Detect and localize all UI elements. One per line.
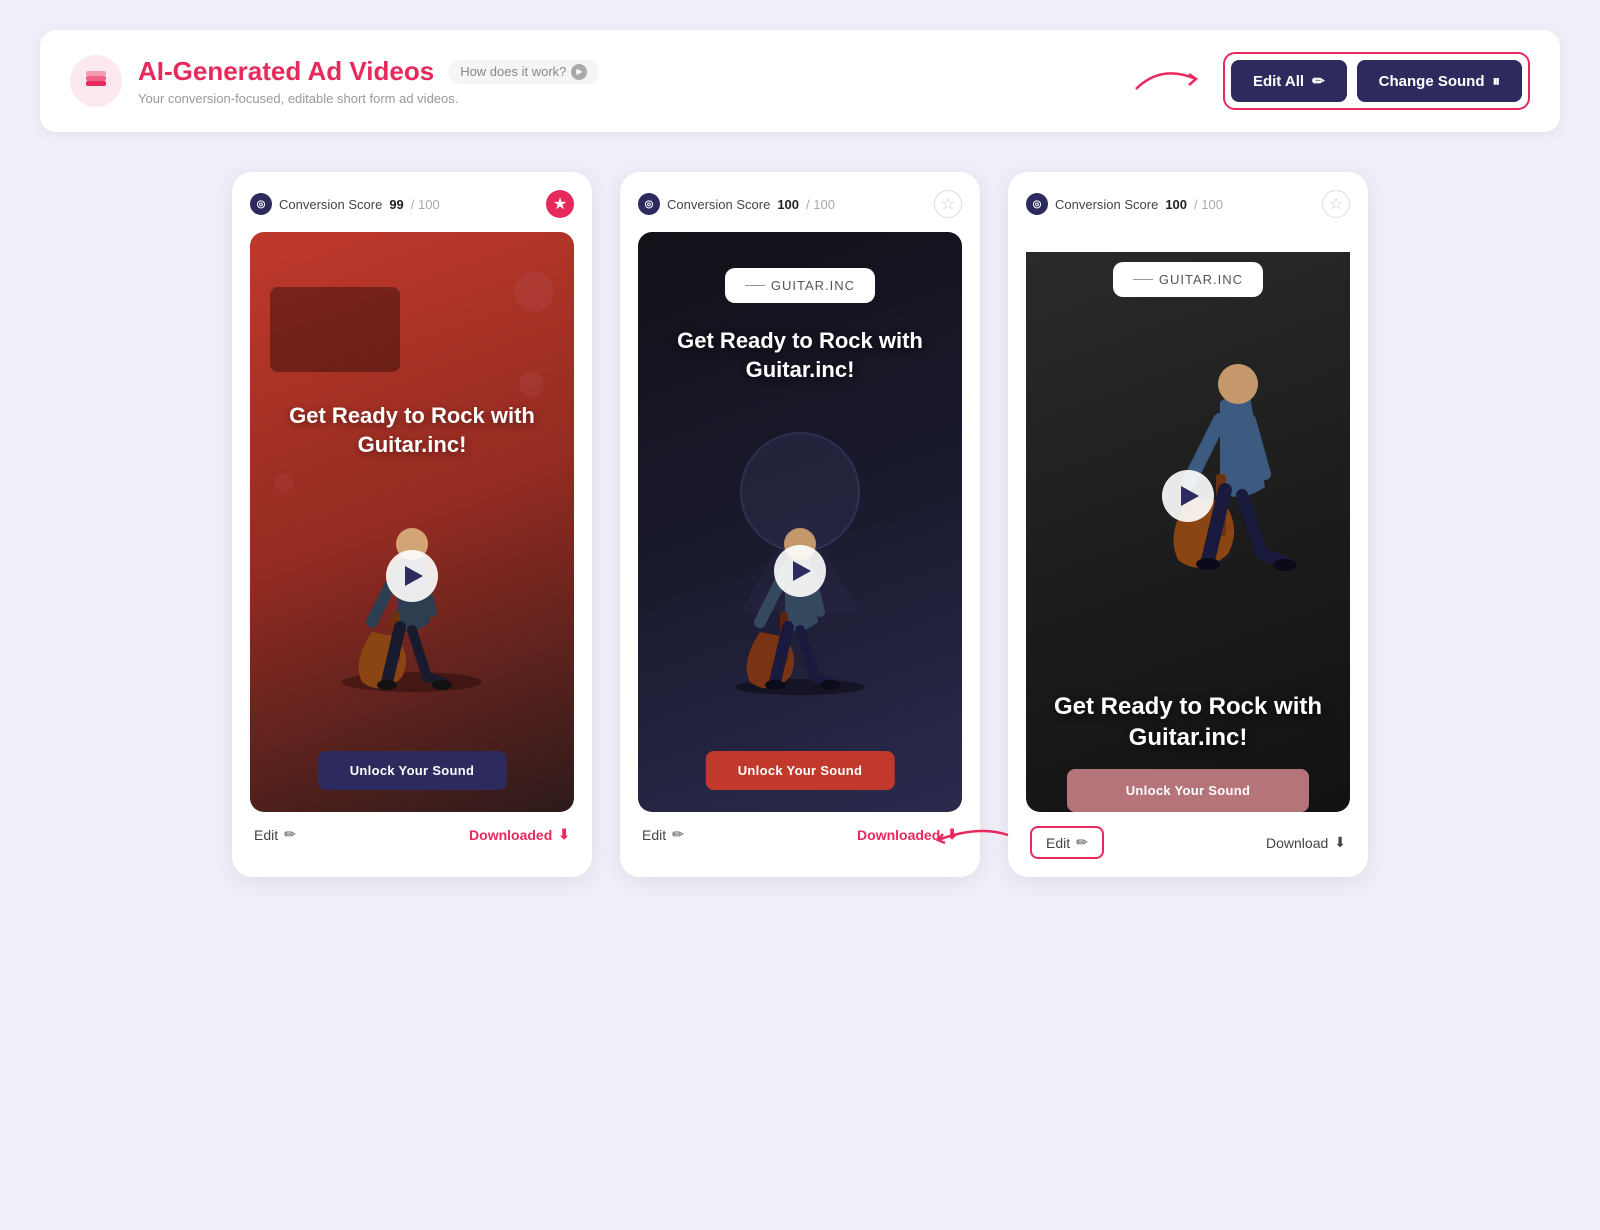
score-value-3: 100	[1165, 197, 1187, 212]
download-button-3[interactable]: Download ⬇	[1266, 834, 1346, 851]
download-icon-3: ⬇	[1334, 834, 1346, 851]
card-1-header: ◎ Conversion Score 99 / 100 ★	[250, 190, 574, 218]
score-total-2: / 100	[806, 197, 835, 212]
card-3-footer: Edit ✏ Download ⬇	[1026, 826, 1350, 859]
how-it-works-link[interactable]: How does it work? ▶	[448, 60, 599, 84]
play-button-2[interactable]	[774, 545, 826, 597]
change-sound-label: Change Sound	[1379, 73, 1485, 90]
score-icon-2: ◎	[638, 193, 660, 215]
video-preview-1[interactable]: Get Ready to Rock with Guitar.inc!	[250, 232, 574, 812]
edit-label-2: Edit	[642, 827, 666, 843]
brand-logo-3-wrapper: GUITAR.INC	[1026, 252, 1350, 313]
guitarist-figure-2	[700, 482, 900, 722]
score-value-2: 100	[777, 197, 799, 212]
brand-logo-3: GUITAR.INC	[1113, 262, 1263, 297]
score-icon-3: ◎	[1026, 193, 1048, 215]
conversion-score-1: ◎ Conversion Score 99 / 100	[250, 193, 440, 215]
video-card-3: ◎ Conversion Score 100 / 100 ☆ GUITAR.IN…	[1008, 172, 1368, 877]
card-2-header: ◎ Conversion Score 100 / 100 ☆	[638, 190, 962, 218]
video-card-1: ◎ Conversion Score 99 / 100 ★ Get Ready …	[232, 172, 592, 877]
brand-name-3: GUITAR.INC	[1159, 272, 1243, 287]
star-button-2[interactable]: ☆	[934, 190, 962, 218]
score-label-2: Conversion Score	[667, 197, 770, 212]
edit-button-2[interactable]: Edit ✏	[642, 826, 684, 843]
guitarist-figure-1	[312, 482, 512, 722]
cta-button-1[interactable]: Unlock Your Sound	[318, 751, 507, 790]
brand-logo-2: GUITAR.INC	[725, 268, 875, 303]
play-button-1[interactable]	[386, 550, 438, 602]
header-right: Edit All ✏ Change Sound ⏸	[1131, 52, 1530, 110]
logo-icon	[70, 55, 122, 107]
page-subtitle: Your conversion-focused, editable short …	[138, 91, 599, 106]
edit-all-icon: ✏	[1312, 72, 1325, 90]
download-icon-2: ⬇	[946, 826, 958, 843]
card-3-header: ◎ Conversion Score 100 / 100 ☆	[1026, 190, 1350, 218]
guitarist-figure-3	[1120, 312, 1350, 612]
cta-button-3[interactable]: Unlock Your Sound	[1067, 769, 1308, 812]
play-circle-icon: ▶	[571, 64, 587, 80]
edit-label-3: Edit	[1046, 835, 1070, 851]
edit-button-1[interactable]: Edit ✏	[254, 826, 296, 843]
score-value-1: 99	[389, 197, 403, 212]
edit-icon-1: ✏	[284, 826, 296, 843]
arrow-annotation	[1131, 59, 1211, 104]
edit-icon-2: ✏	[672, 826, 684, 843]
deco-circle-3	[275, 474, 293, 492]
edit-all-button[interactable]: Edit All ✏	[1231, 60, 1347, 102]
score-label-1: Conversion Score	[279, 197, 382, 212]
downloaded-button-2[interactable]: Downloaded ⬇	[857, 826, 958, 843]
header-text: AI-Generated Ad Videos How does it work?…	[138, 56, 599, 106]
cards-container: ◎ Conversion Score 99 / 100 ★ Get Ready …	[40, 172, 1560, 877]
card-3-video-title: Get Ready to Rock with Guitar.inc!	[1046, 691, 1330, 753]
card-2-video-title: Get Ready to Rock with Guitar.inc!	[658, 327, 942, 384]
deco-box-1	[270, 287, 400, 372]
score-total-1: / 100	[411, 197, 440, 212]
card-1-footer: Edit ✏ Downloaded ⬇	[250, 826, 574, 843]
card-3-bottom: Get Ready to Rock with Guitar.inc! Unloc…	[1026, 691, 1350, 812]
header-action-buttons: Edit All ✏ Change Sound ⏸	[1223, 52, 1530, 110]
score-label-3: Conversion Score	[1055, 197, 1158, 212]
card-3-wrapper: ◎ Conversion Score 100 / 100 ☆ GUITAR.IN…	[1008, 172, 1368, 877]
page-title: AI-Generated Ad Videos How does it work?…	[138, 56, 599, 87]
cta-button-2[interactable]: Unlock Your Sound	[706, 751, 895, 790]
edit-button-3[interactable]: Edit ✏	[1030, 826, 1104, 859]
deco-circle-1	[514, 272, 554, 312]
star-button-3[interactable]: ☆	[1322, 190, 1350, 218]
deco-circle-2	[519, 372, 544, 397]
star-button-1[interactable]: ★	[546, 190, 574, 218]
conversion-score-3: ◎ Conversion Score 100 / 100	[1026, 193, 1223, 215]
download-icon-1: ⬇	[558, 826, 570, 843]
video-card-2: ◎ Conversion Score 100 / 100 ☆ GUITAR.IN…	[620, 172, 980, 877]
downloaded-button-1[interactable]: Downloaded ⬇	[469, 826, 570, 843]
play-button-3[interactable]	[1162, 470, 1214, 522]
card-2-footer: Edit ✏ Downloaded ⬇	[638, 826, 962, 843]
edit-icon-3: ✏	[1076, 834, 1088, 851]
edit-label-1: Edit	[254, 827, 278, 843]
download-label-3: Download	[1266, 835, 1328, 851]
card-1-video-title: Get Ready to Rock with Guitar.inc!	[270, 402, 554, 459]
page-header: AI-Generated Ad Videos How does it work?…	[40, 30, 1560, 132]
card-1-title-area: Get Ready to Rock with Guitar.inc!	[250, 402, 574, 459]
downloaded-label-1: Downloaded	[469, 827, 552, 843]
score-icon-1: ◎	[250, 193, 272, 215]
conversion-score-2: ◎ Conversion Score 100 / 100	[638, 193, 835, 215]
brand-name-2: GUITAR.INC	[771, 278, 855, 293]
sound-icon: ⏸	[1492, 73, 1500, 90]
score-total-3: / 100	[1194, 197, 1223, 212]
header-left: AI-Generated Ad Videos How does it work?…	[70, 55, 599, 107]
video-preview-2[interactable]: GUITAR.INC Get Ready to Rock with Guitar…	[638, 232, 962, 812]
edit-all-label: Edit All	[1253, 73, 1304, 90]
video-preview-3[interactable]: GUITAR.INC	[1026, 232, 1350, 812]
downloaded-label-2: Downloaded	[857, 827, 940, 843]
change-sound-button[interactable]: Change Sound ⏸	[1357, 60, 1522, 102]
